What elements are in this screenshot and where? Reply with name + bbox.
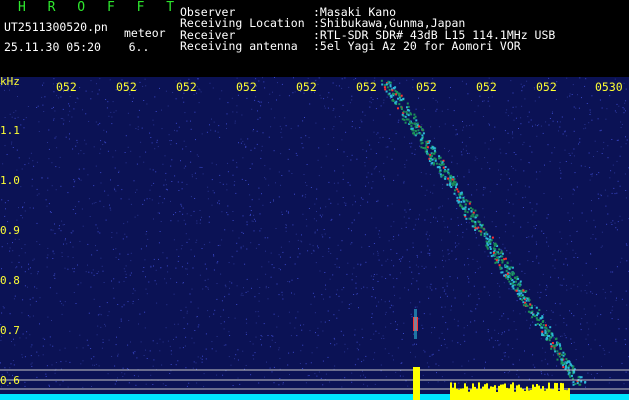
- level-bar: [556, 383, 558, 400]
- level-bar: [522, 389, 524, 400]
- noise-layer: [0, 77, 629, 388]
- level-bar: [492, 386, 494, 400]
- level-bar: [486, 383, 488, 400]
- y-axis-unit: kHz: [0, 75, 20, 88]
- antenna-label: Receiving antenna: [180, 39, 298, 53]
- y-tick: 1.0: [0, 174, 20, 187]
- level-bar: [518, 384, 520, 400]
- level-bar: [470, 389, 472, 400]
- spectrogram-panel: [0, 77, 629, 400]
- level-bar: [546, 388, 548, 400]
- level-bar: [476, 389, 478, 400]
- x-tick: 052: [56, 80, 77, 94]
- spectrogram: [0, 77, 629, 400]
- x-tick: 0530: [595, 80, 623, 94]
- level-bar: [558, 391, 560, 400]
- level-bar: [452, 387, 454, 400]
- level-bar: [490, 386, 492, 400]
- level-bar: [536, 384, 538, 400]
- level-bar: [516, 385, 518, 400]
- level-spike: [413, 367, 420, 400]
- level-bar: [562, 383, 564, 400]
- x-tick: 052: [116, 80, 137, 94]
- app-brand: H R O F F T: [18, 0, 182, 15]
- antenna-value: :5el Yagi Az 20 for Aomori VOR: [313, 39, 521, 53]
- level-bar: [462, 388, 464, 400]
- echo-halo: [414, 309, 417, 339]
- level-bar: [450, 382, 452, 400]
- y-tick: 0.6: [0, 374, 20, 387]
- level-bar: [532, 384, 534, 400]
- x-tick: 052: [416, 80, 437, 94]
- level-bar: [458, 389, 460, 400]
- x-tick: 052: [236, 80, 257, 94]
- level-bar: [514, 391, 516, 400]
- level-bar: [456, 388, 458, 400]
- level-bar: [466, 386, 468, 400]
- level-bar: [508, 388, 510, 400]
- level-bar: [498, 385, 500, 400]
- date-time: 25.11.30 05:20 6..: [4, 40, 150, 54]
- level-bar: [496, 392, 498, 400]
- level-bar: [468, 391, 470, 400]
- level-bar: [534, 386, 536, 400]
- y-tick: 0.8: [0, 274, 20, 287]
- level-bar: [504, 383, 506, 400]
- hrofft-window: H R O F F T UT2511300520.pn meteor 25.11…: [0, 0, 629, 400]
- y-tick: 0.7: [0, 324, 20, 337]
- level-bar: [484, 384, 486, 400]
- file-name: UT2511300520.pn: [4, 20, 108, 34]
- level-bar: [474, 386, 476, 400]
- level-bar: [560, 382, 562, 400]
- level-bar: [464, 383, 466, 400]
- x-tick: 052: [296, 80, 317, 94]
- x-tick: 052: [476, 80, 497, 94]
- level-bar: [552, 389, 554, 400]
- level-bar: [472, 383, 474, 400]
- level-bar: [554, 382, 556, 400]
- y-tick: 0.9: [0, 224, 20, 237]
- x-tick: 052: [176, 80, 197, 94]
- level-bar: [482, 386, 484, 400]
- level-bar: [568, 388, 570, 400]
- x-tick: 052: [356, 80, 377, 94]
- level-bar: [544, 390, 546, 400]
- y-tick: 1.1: [0, 124, 20, 137]
- level-bar: [540, 389, 542, 400]
- level-bar: [510, 384, 512, 400]
- level-bar: [480, 389, 482, 400]
- level-bar: [548, 382, 550, 400]
- level-bar: [564, 390, 566, 400]
- level-bar: [542, 386, 544, 400]
- level-bar: [528, 390, 530, 400]
- level-bar: [538, 385, 540, 400]
- level-bar: [566, 390, 568, 400]
- level-bar: [454, 382, 456, 400]
- level-bar: [494, 385, 496, 400]
- level-bar: [512, 382, 514, 400]
- level-bar: [524, 390, 526, 400]
- x-tick: 052: [536, 80, 557, 94]
- level-bar: [478, 382, 480, 400]
- meteor-trace: [380, 79, 587, 386]
- level-bar: [460, 388, 462, 400]
- level-bar: [550, 388, 552, 400]
- level-bar: [506, 387, 508, 400]
- level-bar: [526, 386, 528, 400]
- level-bar: [520, 387, 522, 400]
- level-bar: [500, 384, 502, 400]
- level-bar: [530, 390, 532, 400]
- level-bar: [488, 389, 490, 400]
- level-bar: [502, 384, 504, 400]
- file-type: meteor: [124, 26, 166, 40]
